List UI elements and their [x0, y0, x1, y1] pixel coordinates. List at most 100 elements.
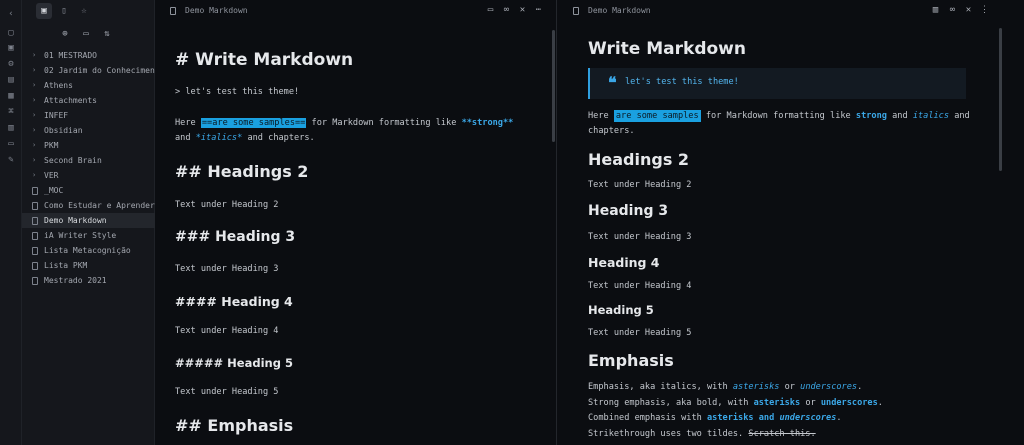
chevron-right-icon: ›	[32, 171, 37, 179]
source-paragraph: Here ==are some samples== for Markdown f…	[175, 118, 514, 128]
sidebar-tabs: ▣ ▯ ☆	[36, 3, 92, 19]
file-item[interactable]: Como Estudar e Aprender	[22, 198, 155, 213]
source-h2: ## Headings 2	[175, 162, 309, 181]
editor-pane-source[interactable]: Demo Markdown ▭ ∞ ✕ ⋯ # Write Markdown >…	[155, 0, 557, 445]
source-h4: #### Heading 4	[175, 294, 293, 309]
new-folder-icon[interactable]: ▭	[81, 29, 91, 39]
chevron-right-icon: ›	[32, 81, 37, 89]
grid-icon[interactable]: ▦	[5, 90, 17, 102]
preview-text: Text under Heading 2	[588, 180, 692, 190]
preview-text: Text under Heading 4	[588, 281, 692, 291]
file-icon[interactable]: ▢	[5, 27, 17, 39]
document-icon	[170, 7, 176, 15]
source-h2: ## Emphasis	[175, 416, 294, 435]
preview-emphasis-line: Strikethrough uses two tildes. Scratch t…	[588, 429, 816, 439]
chevron-right-icon: ›	[32, 156, 37, 164]
chevron-right-icon: ›	[32, 96, 37, 104]
folder-item[interactable]: › Second Brain	[22, 153, 155, 168]
file-icon	[32, 202, 38, 210]
source-h1: # Write Markdown	[175, 50, 354, 70]
bookmark-icon[interactable]: ☆	[76, 3, 92, 19]
folder-item[interactable]: › 02 Jardim do Conhecimento	[22, 63, 155, 78]
file-explorer-sidebar: ▣ ▯ ☆ ⊕ ▭ ⇅ › 01 MESTRADO › 02 Jardim do C…	[22, 0, 155, 445]
more-options-icon[interactable]: ⋯	[533, 5, 544, 16]
folder-item[interactable]: › PKM	[22, 138, 155, 153]
monitor-icon[interactable]: ▭	[485, 5, 496, 16]
file-item[interactable]: Lista Metacognição	[22, 243, 155, 258]
document-icon[interactable]: ▤	[5, 74, 17, 86]
source-text: Text under Heading 5	[175, 387, 279, 397]
file-icon	[32, 262, 38, 270]
preview-emphasis-line: Combined emphasis with asterisks and und…	[588, 413, 842, 423]
folder-item[interactable]: › Attachments	[22, 93, 155, 108]
file-icon	[32, 187, 38, 195]
sort-icon[interactable]: ⇅	[102, 29, 112, 39]
file-item[interactable]: iA Writer Style	[22, 228, 155, 243]
file-item[interactable]: Lista PKM	[22, 258, 155, 273]
folder-item[interactable]: › 01 MESTRADO	[22, 48, 155, 63]
file-icon	[32, 232, 38, 240]
preview-text: Text under Heading 3	[588, 232, 692, 242]
chevron-right-icon: ›	[32, 66, 37, 74]
more-options-icon[interactable]: ⋮	[979, 5, 990, 16]
source-quote: > let's test this theme!	[175, 87, 300, 97]
source-text: Text under Heading 3	[175, 264, 279, 274]
preview-h2: Headings 2	[588, 150, 690, 169]
preview-text: Text under Heading 5	[588, 328, 692, 338]
file-icon	[32, 247, 38, 255]
chevron-right-icon: ›	[32, 141, 37, 149]
close-icon[interactable]: ✕	[963, 5, 974, 16]
link-icon[interactable]: ∞	[501, 5, 512, 16]
book-open-icon[interactable]: ▥	[930, 5, 941, 16]
search-icon[interactable]: ▯	[56, 3, 72, 19]
new-note-icon[interactable]: ⊕	[60, 29, 70, 39]
file-item-active[interactable]: Demo Markdown	[22, 213, 155, 228]
source-paragraph: and *italics* and chapters.	[175, 133, 315, 143]
document-icon	[573, 7, 579, 15]
file-item[interactable]: _MOC	[22, 183, 155, 198]
preview-h1: Write Markdown	[588, 39, 746, 59]
link-icon[interactable]: ∞	[947, 5, 958, 16]
quote-icon: ❝	[608, 73, 617, 92]
preview-h4: Heading 4	[588, 255, 660, 270]
source-text: Text under Heading 4	[175, 326, 279, 336]
preview-paragraph: chapters.	[588, 126, 635, 136]
paint-icon[interactable]: ✎	[5, 154, 17, 166]
book-icon[interactable]: ▥	[5, 122, 17, 134]
highlight-mark: ==are some samples==	[200, 118, 307, 128]
file-icon	[32, 277, 38, 285]
file-item[interactable]: Mestrado 2021	[22, 273, 155, 288]
graph-icon[interactable]: ⌘	[5, 106, 17, 118]
file-explorer-icon[interactable]: ▣	[36, 3, 52, 19]
gear-icon[interactable]: ⚙	[5, 58, 17, 70]
folder-item[interactable]: › INFEF	[22, 108, 155, 123]
preview-paragraph: Here are some samples for Markdown forma…	[588, 110, 970, 122]
file-search-icon[interactable]: ▣	[5, 42, 17, 54]
editor-pane-preview[interactable]: Demo Markdown ▥ ∞ ✕ ⋮ Write Markdown ❝ l…	[558, 0, 1024, 445]
preview-h5: Heading 5	[588, 303, 654, 317]
pane-header: Demo Markdown ▥ ∞ ✕ ⋮	[558, 0, 1024, 24]
scrollbar[interactable]	[999, 28, 1002, 171]
pane-header: Demo Markdown ▭ ∞ ✕ ⋯	[155, 0, 556, 24]
highlight-mark: are some samples	[613, 110, 701, 122]
source-h5: ##### Heading 5	[175, 356, 293, 370]
preview-h3: Heading 3	[588, 203, 669, 219]
file-icon	[32, 217, 38, 225]
preview-emphasis-line: Strong emphasis, aka bold, with asterisk…	[588, 398, 883, 408]
source-h3: ### Heading 3	[175, 229, 296, 245]
pages-icon[interactable]: ▭	[5, 138, 17, 150]
chevron-left-icon[interactable]: ‹	[5, 8, 17, 20]
preview-emphasis-line: Emphasis, aka italics, with asterisks or…	[588, 382, 863, 392]
folder-item[interactable]: › VER	[22, 168, 155, 183]
pane-title: Demo Markdown	[588, 6, 651, 15]
chevron-right-icon: ›	[32, 111, 37, 119]
preview-h2: Emphasis	[588, 351, 674, 370]
left-ribbon: ‹ ▢ ▣ ⚙ ▤ ▦ ⌘ ▥ ▭ ✎	[0, 0, 22, 445]
scrollbar[interactable]	[552, 30, 555, 142]
folder-item[interactable]: › Obsidian	[22, 123, 155, 138]
folder-item[interactable]: › Athens	[22, 78, 155, 93]
chevron-right-icon: ›	[32, 51, 37, 59]
explorer-actions: ⊕ ▭ ⇅	[60, 29, 112, 39]
close-icon[interactable]: ✕	[517, 5, 528, 16]
pane-title: Demo Markdown	[185, 6, 248, 15]
